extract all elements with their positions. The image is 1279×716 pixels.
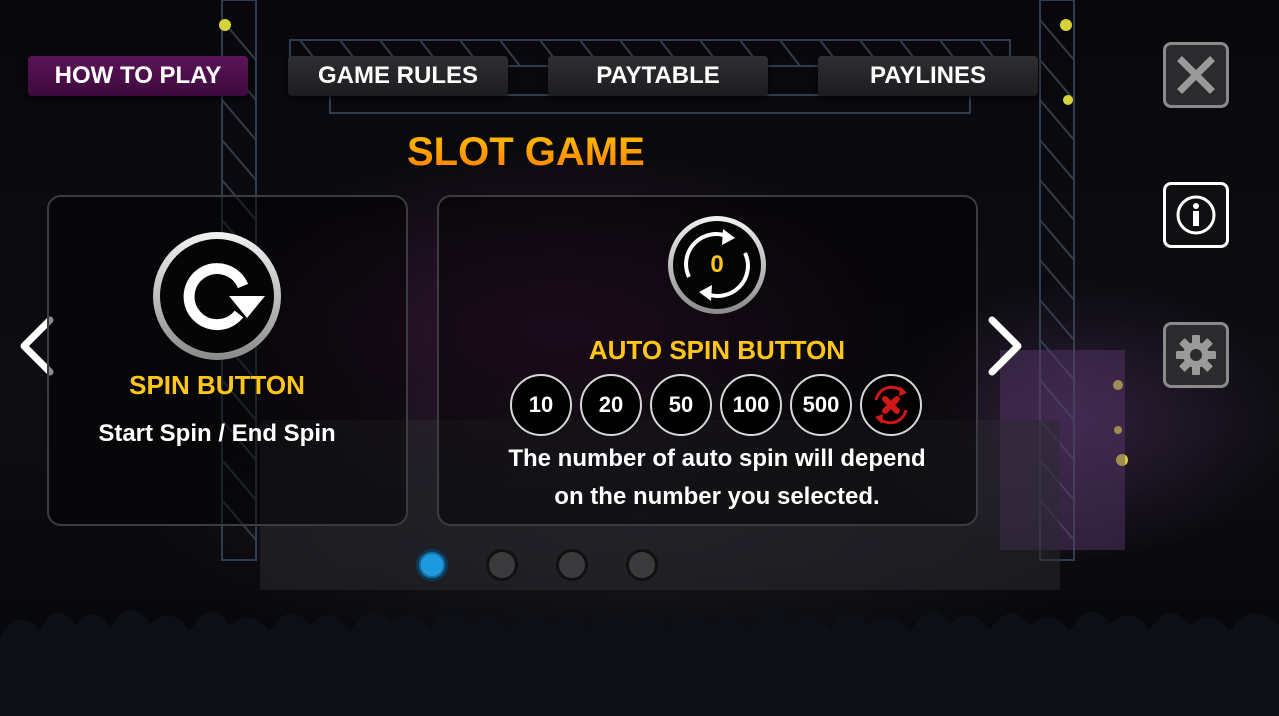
auto-spin-option-20[interactable]: 20 [580,374,642,436]
settings-button[interactable] [1163,322,1229,388]
page-dot-1[interactable] [416,549,448,581]
auto-spin-option-100[interactable]: 100 [720,374,782,436]
cancel-icon [874,385,908,425]
auto-spin-heading: AUTO SPIN BUTTON [588,335,846,365]
auto-spin-description-line2: on the number you selected. [554,483,880,510]
spin-button-description: Start Spin / End Spin [98,420,336,447]
close-button[interactable] [1163,42,1229,108]
page-title: SLOT GAME [407,128,647,176]
page-dot-4[interactable] [626,549,658,581]
auto-spin-cancel-button[interactable] [860,374,922,436]
page-dot-3[interactable] [556,549,588,581]
auto-spin-option-500[interactable]: 500 [790,374,852,436]
tab-game-rules[interactable]: GAME RULES [288,56,508,96]
close-icon [1177,56,1215,94]
spin-icon [153,232,281,360]
tab-paytable[interactable]: PAYTABLE [548,56,768,96]
auto-spin-counter: 0 [710,251,724,278]
auto-spin-option-10[interactable]: 10 [510,374,572,436]
auto-spin-icon: 0 [667,215,767,315]
crowd-silhouette [0,609,1279,716]
gear-icon [1176,335,1216,375]
tab-paylines[interactable]: PAYLINES [818,56,1038,96]
auto-spin-option-50[interactable]: 50 [650,374,712,436]
info-icon [1176,195,1216,235]
info-button[interactable] [1163,182,1229,248]
spin-button-heading: SPIN BUTTON [129,370,305,400]
tab-how-to-play[interactable]: HOW TO PLAY [28,56,248,96]
auto-spin-description-line1: The number of auto spin will depend [508,445,926,472]
page-dot-2[interactable] [486,549,518,581]
